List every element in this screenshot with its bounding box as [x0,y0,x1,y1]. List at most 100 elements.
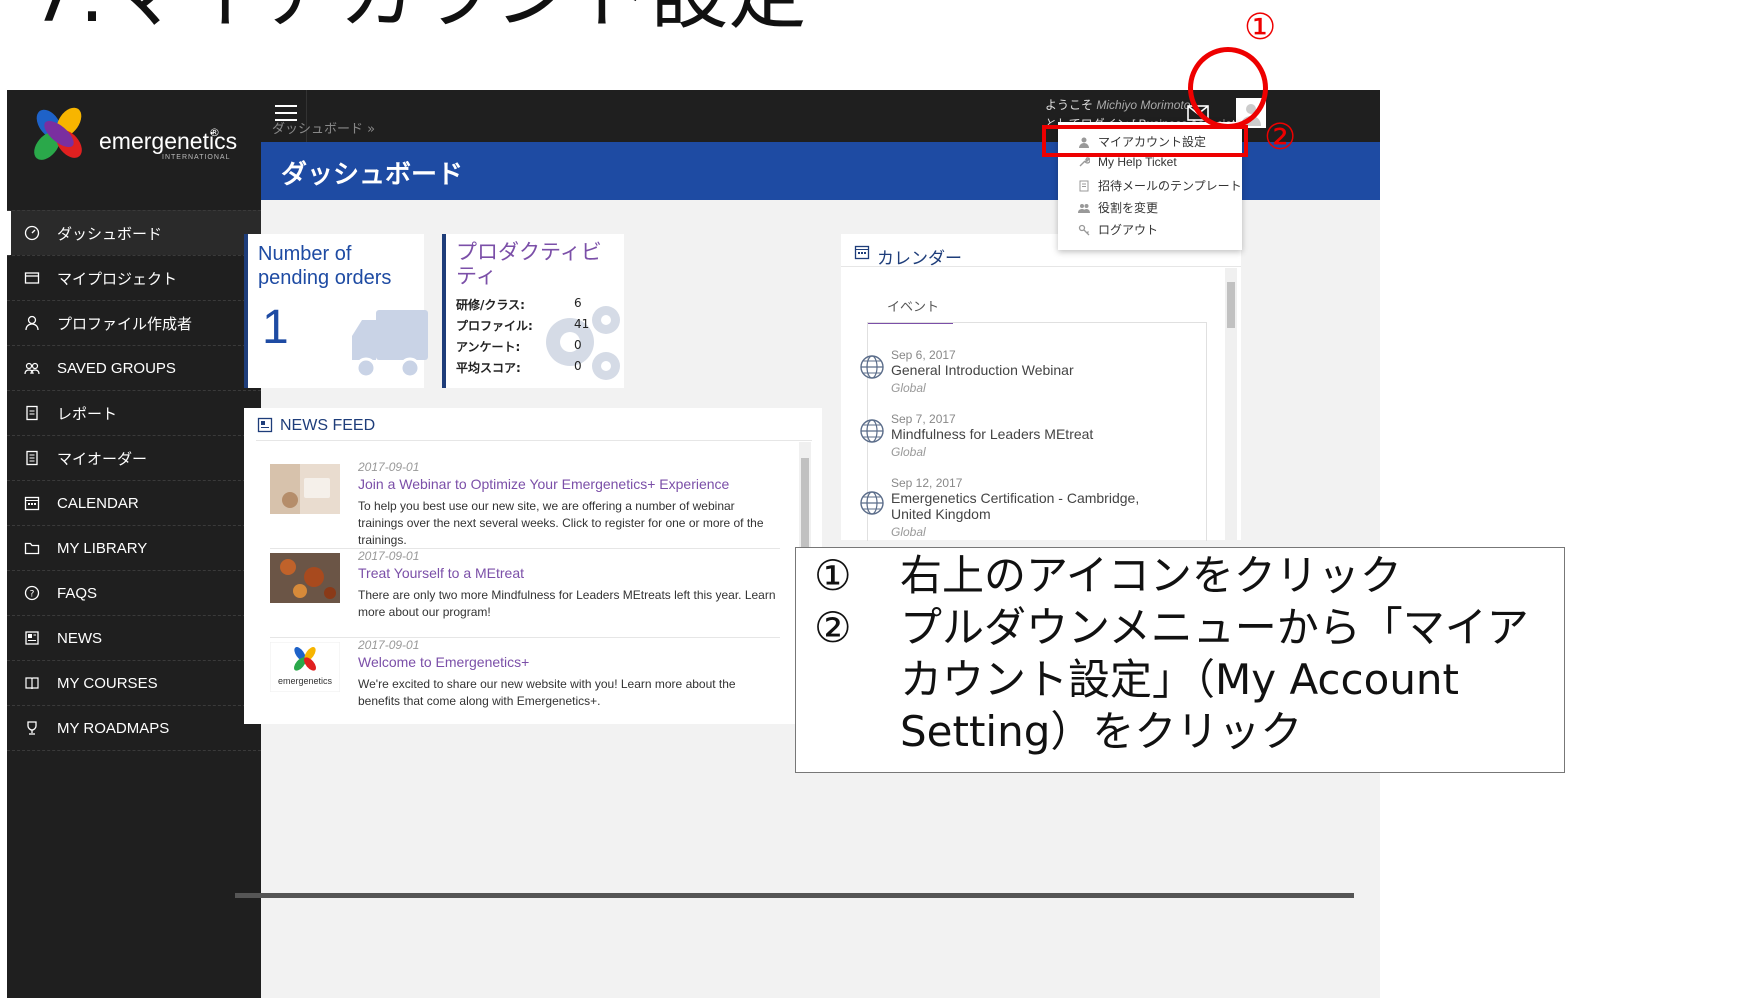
sidebar-nav: ダッシュボード マイプロジェクト プロファイル作成者 SAVED GROUPS [7,210,261,751]
slide-title: 7.マイアカウント設定 [30,0,806,34]
sidebar-item-label: ダッシュボード [57,225,163,243]
menu-item-help-ticket[interactable]: My Help Ticket [1078,155,1177,169]
instruction-line-1: ① 右上のアイコンをクリック [814,550,1402,602]
news-date: 2017-09-01 [358,460,420,474]
sidebar-item-label: マイプロジェクト [57,270,178,288]
news-item[interactable]: emergenetics 2017-09-01 Welcome to Emerg… [270,638,780,726]
calendar-icon [854,245,870,260]
logo-mark-icon [34,107,82,160]
scroll-thumb[interactable] [1227,282,1235,328]
truck-icon [352,310,428,379]
tab-events[interactable]: イベント [887,296,939,315]
productivity-label: 平均スコア: [456,361,521,375]
sidebar-item-my-courses[interactable]: MY COURSES [7,660,261,705]
productivity-value: 0 [574,338,582,352]
news-body: To help you best use our new site, we ar… [358,499,764,547]
menu-item-invite-email-template[interactable]: 招待メールのテンプレート [1078,177,1242,194]
annotation-circle-user-icon [1188,47,1268,129]
logo[interactable]: emergenetics ® INTERNATIONAL [7,90,261,208]
sidebar-item-saved-groups[interactable]: SAVED GROUPS [7,345,261,390]
sidebar-item-dashboard[interactable]: ダッシュボード [7,210,261,255]
annotation-number-2: ② [1264,117,1297,158]
sidebar-item-profile-builder[interactable]: プロファイル作成者 [7,300,261,345]
pending-orders-title: Number of pending orders [258,243,392,289]
sidebar-item-calendar[interactable]: CALENDAR [7,480,261,525]
event-location: Global [891,381,926,395]
instruction-number: ① [814,551,852,600]
calendar-icon [23,494,41,512]
productivity-value: 0 [574,359,582,373]
menu-item-label: 招待メールのテンプレート [1098,179,1242,193]
annotation-rect-my-account [1042,125,1248,157]
thumb-logo-text: emergenetics [278,676,333,686]
logo-registered-mark: ® [209,126,220,139]
calendar-card: カレンダー イベント Sep 6, 2017 General Introduct… [841,234,1241,541]
scroll-thumb[interactable] [801,458,809,558]
sidebar-item-my-library[interactable]: MY LIBRARY [7,525,261,570]
event-item[interactable]: Sep 12, 2017 Emergenetics Certification … [860,476,1161,539]
sidebar-item-label: プロファイル作成者 [57,315,193,333]
groups-icon [23,359,41,377]
pending-orders-card[interactable]: Number of pending orders 1 [244,234,428,388]
productivity-row: アンケート: 0 [456,338,586,355]
sidebar-item-label: SAVED GROUPS [57,359,176,377]
folder-icon [23,539,41,557]
sidebar-item-my-orders[interactable]: マイオーダー [7,435,261,480]
help-icon: ? [23,584,41,602]
svg-text:?: ? [30,590,35,600]
document-icon [1079,180,1089,191]
sidebar-item-my-projects[interactable]: マイプロジェクト [7,255,261,300]
event-title: Mindfulness for Leaders MEtreat [891,426,1094,442]
news-thumbnail-logo: emergenetics [270,642,340,692]
news-feed-title: NEWS FEED [280,417,376,434]
key-icon [1078,224,1090,235]
news-thumbnail [270,464,340,514]
sidebar-item-reports[interactable]: レポート [7,390,261,435]
productivity-row: 平均スコア: 0 [456,359,586,376]
event-item[interactable]: Sep 6, 2017 General Introduction Webinar… [860,348,1191,395]
sidebar-item-faqs[interactable]: ? FAQS [7,570,261,615]
news-title-link[interactable]: Join a Webinar to Optimize Your Emergene… [358,476,729,492]
productivity-value: 41 [574,317,590,331]
menu-item-logout[interactable]: ログアウト [1078,221,1158,238]
divider [841,266,1241,267]
globe-icon [860,355,884,379]
sidebar-item-my-roadmaps[interactable]: MY ROADMAPS [7,705,261,751]
news-feed-card: NEWS FEED 2017-09-01 Join a Webinar to O… [244,408,822,724]
news-item[interactable]: 2017-09-01 Join a Webinar to Optimize Yo… [270,460,780,549]
productivity-label: 研修/クラス: [456,298,525,312]
news-item[interactable]: 2017-09-01 Treat Yourself to a MEtreat T… [270,549,780,638]
news-title-link[interactable]: Treat Yourself to a MEtreat [358,565,524,581]
instruction-number: ② [814,603,852,652]
productivity-row: プロファイル: 41 [456,317,590,334]
divider [256,440,812,441]
sidebar-item-label: NEWS [57,629,102,647]
dashboard-icon [23,224,41,242]
sidebar-item-label: MY ROADMAPS [57,719,170,737]
calendar-scrollbar[interactable] [1225,268,1237,540]
instruction-line-2: ② プルダウンメニューから「マイア [814,602,1529,654]
sidebar: emergenetics ® INTERNATIONAL ダッシュボード マイプ… [7,90,261,998]
user-name: Michiyo Morimoto [1096,98,1191,112]
sidebar-item-label: MY LIBRARY [57,539,148,557]
wrench-icon [1079,157,1090,167]
instruction-text: 右上のアイコンをクリック [900,551,1402,600]
event-title: Emergenetics Certification - Cambridge, … [891,490,1140,522]
menu-item-label: ログアウト [1098,223,1159,237]
news-date: 2017-09-01 [358,549,420,563]
menu-item-change-role[interactable]: 役割を変更 [1078,199,1158,216]
productivity-label: プロファイル: [456,319,533,333]
event-item[interactable]: Sep 7, 2017 Mindfulness for Leaders MEtr… [860,412,1191,459]
news-title-link[interactable]: Welcome to Emergenetics+ [358,654,529,670]
event-date: Sep 6, 2017 [891,348,956,362]
event-date: Sep 12, 2017 [891,476,963,490]
annotation-number-1: ① [1244,7,1277,48]
order-icon [23,449,41,467]
breadcrumb-item[interactable]: ダッシュボード [272,122,363,137]
breadcrumb-separator: » [367,122,376,137]
sidebar-item-news[interactable]: NEWS [7,615,261,660]
news-body: There are only two more Mindfulness for … [358,588,776,619]
users-icon [1078,203,1090,213]
breadcrumb: ダッシュボード » [272,118,375,137]
courses-icon [23,674,41,692]
